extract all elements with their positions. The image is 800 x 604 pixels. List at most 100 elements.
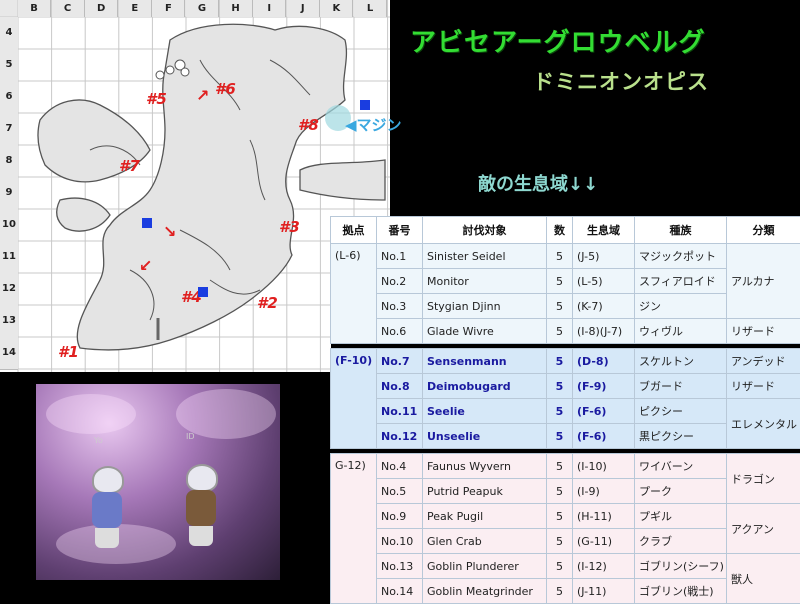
map-column-header: K [320,0,353,17]
area-cell: (I-10) [573,454,635,479]
target-cell: Monitor [423,269,547,294]
character-right [186,464,218,546]
header-count: 数 [547,217,573,244]
species-cell: ウィヴル [635,319,727,344]
species-cell: ジン [635,294,727,319]
base-marker-l6 [360,100,370,110]
species-cell: プギル [635,504,727,529]
species-cell: クラブ [635,529,727,554]
base-cell: (L-6) [331,244,377,344]
arrow-se-icon: ↘ [163,222,176,241]
target-cell: Stygian Djinn [423,294,547,319]
species-cell: 黒ピクシー [635,424,727,449]
map-row-header: 14 [0,337,18,370]
majin-label: ◀マジン [345,114,402,135]
family-cell: リザード [727,319,800,344]
arrow-ne-icon: ↗ [196,86,209,105]
count-cell: 5 [547,579,573,604]
map-column-header: F [152,0,185,17]
character-head [92,466,124,494]
rock-highlight [46,394,136,434]
target-cell: Faunus Wyvern [423,454,547,479]
family-cell: アクアン [727,504,800,554]
map-column-header: B [18,0,51,17]
number-cell: No.13 [377,554,423,579]
number-cell: No.3 [377,294,423,319]
number-cell: No.12 [377,424,423,449]
area-cell: (F-6) [573,399,635,424]
header-target: 討伐対象 [423,217,547,244]
number-cell: No.4 [377,454,423,479]
map-column-header: E [119,0,152,17]
table-header-row: 拠点 番号 討伐対象 数 生息域 種族 分類 [331,217,800,244]
map-row-header: 13 [0,305,18,338]
map-column-header: H [220,0,253,17]
target-cell: Glen Crab [423,529,547,554]
base-cell: G-12) [331,454,377,604]
count-cell: 5 [547,294,573,319]
target-cell: Sinister Seidel [423,244,547,269]
number-cell: No.14 [377,579,423,604]
area-cell: (H-11) [573,504,635,529]
map-row-header: 7 [0,113,18,146]
number-cell: No.8 [377,374,423,399]
map-row-header: 6 [0,81,18,114]
character-legs [95,528,119,548]
base-marker-g12 [198,287,208,297]
map-label-7: #7 [119,157,140,175]
target-cell: Deimobugard [423,374,547,399]
map-column-header: G [186,0,219,17]
number-cell: No.2 [377,269,423,294]
target-cell: Putrid Peapuk [423,479,547,504]
map-row-header: 11 [0,241,18,274]
family-cell: リザード [727,374,800,399]
area-cell: (F-9) [573,374,635,399]
area-cell: (I-9) [573,479,635,504]
count-cell: 5 [547,479,573,504]
count-cell: 5 [547,454,573,479]
nametag-right: ID [186,432,195,441]
species-cell: ブガード [635,374,727,399]
number-cell: No.10 [377,529,423,554]
map-row-header: 9 [0,177,18,210]
count-cell: 5 [547,554,573,579]
target-cell: Sensenmann [423,349,547,374]
header-species: 種族 [635,217,727,244]
number-cell: No.1 [377,244,423,269]
page-subtitle: ドミニオンオピス [533,66,709,96]
page-title: アビセアーグロウベルグ [410,22,705,59]
header-base: 拠点 [331,217,377,244]
count-cell: 5 [547,319,573,344]
arrow-sw-icon: ↙ [139,256,152,275]
count-cell: 5 [547,399,573,424]
area-cell: (D-8) [573,349,635,374]
count-cell: 5 [547,504,573,529]
table-row: No.8Deimobugard5(F-9)ブガードリザード [331,374,800,399]
species-cell: ワイバーン [635,454,727,479]
header-family: 分類 [727,217,800,244]
table-row: No.9Peak Pugil5(H-11)プギルアクアン [331,504,800,529]
table-row: No.6Glade Wivre5(I-8)(J-7)ウィヴルリザード [331,319,800,344]
character-body [186,490,216,526]
enemy-table-container: 拠点 番号 討伐対象 数 生息域 種族 分類 (L-6)No.1Sinister… [330,216,800,601]
map-row-header: 12 [0,273,18,306]
number-cell: No.5 [377,479,423,504]
map-column-header: L [354,0,387,17]
target-cell: Peak Pugil [423,504,547,529]
count-cell: 5 [547,374,573,399]
species-cell: プーク [635,479,727,504]
map-row-header: 4 [0,17,18,50]
area-cell: (I-8)(J-7) [573,319,635,344]
species-cell: マジックポット [635,244,727,269]
table-row: No.11Seelie5(F-6)ピクシーエレメンタル [331,399,800,424]
map-row-header: 8 [0,145,18,178]
count-cell: 5 [547,529,573,554]
number-cell: No.6 [377,319,423,344]
map-column-header: J [287,0,320,17]
number-cell: No.7 [377,349,423,374]
area-cell: (I-12) [573,554,635,579]
map-column-header: C [52,0,85,17]
table-row: (L-6)No.1Sinister Seidel5(J-5)マジックポットアルカ… [331,244,800,269]
header-area: 生息域 [573,217,635,244]
table-row: G-12)No.4Faunus Wyvern5(I-10)ワイバーンドラゴン [331,454,800,479]
